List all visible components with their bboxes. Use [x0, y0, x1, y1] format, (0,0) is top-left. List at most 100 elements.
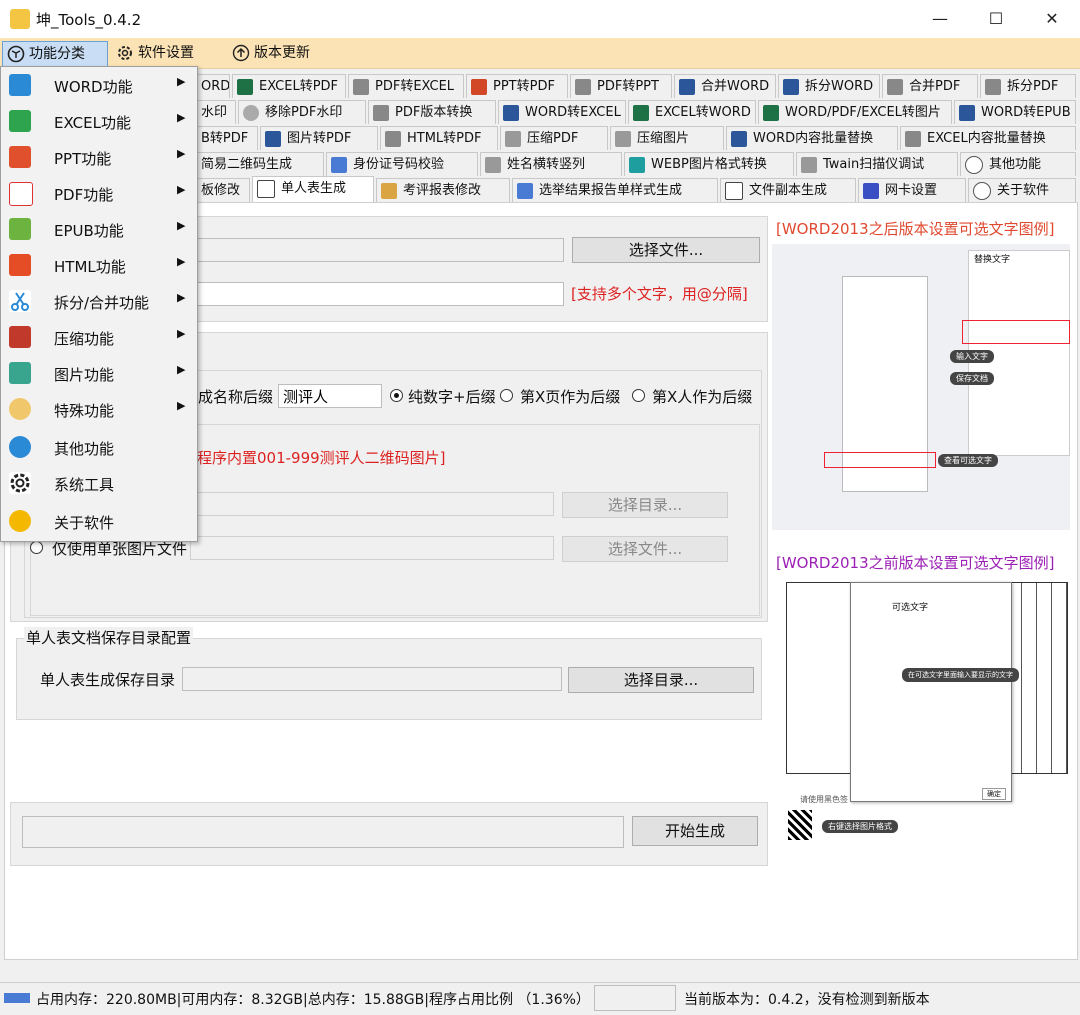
maximize-button[interactable]: ☐ — [968, 0, 1024, 38]
shot1-title: 替换文字 — [974, 255, 1011, 265]
memory-status: 占用内存：220.80MB|可用内存：8.32GB|总内存：15.88GB|程序… — [36, 992, 590, 1008]
dropdown-item-other[interactable]: 其他功能 — [1, 429, 197, 465]
tab-id-check[interactable]: 身份证号码校验 — [326, 152, 478, 176]
dropdown-item-word[interactable]: WORD功能 ▶ — [1, 67, 197, 103]
tab-template-edit-partial[interactable]: 板修改 — [196, 178, 250, 202]
file-path-field[interactable] — [196, 238, 564, 262]
word-icon — [503, 104, 519, 121]
menu-function-category[interactable]: 功能分类 — [2, 41, 108, 67]
tab-webp-convert[interactable]: WEBP图片格式转换 — [624, 152, 794, 176]
dropdown-item-about[interactable]: 关于软件 — [1, 503, 197, 539]
tab-word-to-excel[interactable]: WORD转EXCEL — [498, 100, 626, 124]
tab-nic-settings[interactable]: 网卡设置 — [858, 178, 966, 202]
tab-word-batch-replace[interactable]: WORD内容批量替换 — [726, 126, 898, 150]
tab-compress-pdf[interactable]: 压缩PDF — [500, 126, 608, 150]
radio-page-x[interactable] — [500, 389, 513, 402]
tab-single-table-gen[interactable]: 单人表生成 — [252, 176, 374, 204]
tab-name-vertical[interactable]: 姓名横转竖列 — [480, 152, 622, 176]
radio-single-image[interactable] — [30, 541, 43, 554]
multi-text-hint: [支持多个文字，用@分隔] — [571, 285, 748, 303]
menu-software-settings-label: 软件设置 — [138, 45, 194, 61]
dropdown-item-compress[interactable]: 压缩功能 ▶ — [1, 319, 197, 355]
tab-word-partial[interactable]: ORD — [196, 74, 230, 98]
tab-twain-debug[interactable]: Twain扫描仪调试 — [796, 152, 958, 176]
menu-version-update[interactable]: 版本更新 — [228, 41, 352, 65]
save-dir-button[interactable]: 选择目录... — [568, 667, 754, 693]
tab-remove-pdf-watermark[interactable]: 移除PDF水印 — [238, 100, 366, 124]
tab-html-to-pdf[interactable]: HTML转PDF — [380, 126, 498, 150]
tab-pdf-to-ppt[interactable]: PDF转PPT — [570, 74, 672, 98]
dropdown-item-image[interactable]: 图片功能 ▶ — [1, 355, 197, 391]
shot2-qr-tag: 右键选择图片格式 — [822, 820, 898, 833]
tab-compress-image[interactable]: 压缩图片 — [610, 126, 724, 150]
tab-qrcode-gen[interactable]: 简易二维码生成 — [196, 152, 324, 176]
excel-icon — [237, 78, 253, 95]
tab-file-copy[interactable]: 文件副本生成 — [720, 178, 856, 202]
status-box — [594, 985, 676, 1011]
name-suffix-label: 成名称后缀 — [198, 388, 274, 406]
dropdown-item-ppt[interactable]: PPT功能 ▶ — [1, 139, 197, 175]
dropdown-item-html[interactable]: HTML功能 ▶ — [1, 247, 197, 283]
tab-split-pdf[interactable]: 拆分PDF — [980, 74, 1076, 98]
tab-report-edit[interactable]: 考评报表修改 — [376, 178, 510, 202]
shot1-tag-save: 保存文档 — [950, 372, 994, 385]
tab-watermark-partial[interactable]: 水印 — [196, 100, 236, 124]
select-file-button-disabled[interactable]: 选择文件... — [562, 536, 728, 562]
text-input-field[interactable] — [196, 282, 564, 306]
menu-function-category-label: 功能分类 — [29, 46, 85, 62]
tab-doc-to-image[interactable]: WORD/PDF/EXCEL转图片 — [758, 100, 952, 124]
tab-merge-word[interactable]: 合并WORD — [674, 74, 776, 98]
ppt-icon — [9, 146, 31, 168]
tab-ppt-to-pdf[interactable]: PPT转PDF — [466, 74, 568, 98]
start-generate-button[interactable]: 开始生成 — [632, 816, 758, 846]
tab-excel-to-pdf[interactable]: EXCEL转PDF — [232, 74, 346, 98]
tab-word-to-epub[interactable]: WORD转EPUB — [954, 100, 1076, 124]
dropdown-item-split-merge[interactable]: 拆分/合并功能 ▶ — [1, 283, 197, 319]
shot2-ok: 确定 — [982, 788, 1006, 800]
compress-stack-icon — [9, 326, 31, 348]
tab-image-to-pdf[interactable]: 图片转PDF — [260, 126, 378, 150]
name-suffix-input[interactable] — [278, 384, 382, 408]
radio-page-x-label: 第X页作为后缀 — [520, 388, 621, 406]
tab-b-to-pdf-partial[interactable]: B转PDF — [196, 126, 258, 150]
ellipsis-icon — [965, 155, 983, 174]
tab-excel-batch-replace[interactable]: EXCEL内容批量替换 — [900, 126, 1076, 150]
word-icon — [679, 78, 695, 95]
dropdown-item-epub[interactable]: EPUB功能 ▶ — [1, 211, 197, 247]
menu-software-settings[interactable]: 软件设置 — [112, 41, 236, 65]
image-icon — [629, 156, 645, 173]
function-category-dropdown: WORD功能 ▶ EXCEL功能 ▶ PPT功能 ▶ PDF功能 ▶ EPUB功能 ▶ H… — [0, 66, 198, 542]
qr-code-shot — [788, 810, 812, 840]
tab-split-word[interactable]: 拆分WORD — [778, 74, 880, 98]
select-dir-button-disabled[interactable]: 选择目录... — [562, 492, 728, 518]
network-icon — [863, 182, 879, 199]
tab-merge-pdf[interactable]: 合并PDF — [882, 74, 978, 98]
menu-bar: 功能分类 软件设置 版本更新 — [0, 38, 1080, 69]
radio-pure-number-label: 纯数字+后缀 — [408, 388, 496, 406]
alt-text-dialog-shot — [850, 582, 1012, 802]
shot1-highlight — [962, 320, 1070, 344]
word-icon — [9, 74, 31, 96]
radio-pure-number[interactable] — [390, 389, 403, 402]
tab-other-functions[interactable]: 其他功能 — [960, 152, 1076, 176]
dropdown-item-pdf[interactable]: PDF功能 ▶ — [1, 175, 197, 211]
tab-excel-to-word[interactable]: EXCEL转WORD — [628, 100, 756, 124]
dropdown-item-excel[interactable]: EXCEL功能 ▶ — [1, 103, 197, 139]
tab-pdf-version-convert[interactable]: PDF版本转换 — [368, 100, 496, 124]
landscape-icon — [9, 362, 31, 384]
file-icon — [575, 78, 591, 95]
radio-person-x[interactable] — [632, 389, 645, 402]
builtin-qr-hint: 程序内置001-999测评人二维码图片] — [197, 449, 446, 467]
shot1-highlight-2 — [824, 452, 936, 468]
select-file-button[interactable]: 选择文件... — [572, 237, 760, 263]
tab-about[interactable]: 关于软件 — [968, 178, 1076, 202]
tab-election-report[interactable]: 选举结果报告单样式生成 — [512, 178, 718, 202]
minimize-button[interactable]: — — [912, 0, 968, 38]
ppt-icon — [471, 78, 487, 95]
dropdown-item-special[interactable]: 特殊功能 ▶ — [1, 391, 197, 427]
tab-pdf-to-excel[interactable]: PDF转EXCEL — [348, 74, 464, 98]
save-dir-field[interactable] — [182, 667, 562, 691]
dropdown-item-system-tools[interactable]: 系统工具 — [1, 465, 197, 501]
version-status: 当前版本为：0.4.2，没有检测到新版本 — [684, 992, 930, 1008]
close-button[interactable]: ✕ — [1024, 0, 1080, 38]
